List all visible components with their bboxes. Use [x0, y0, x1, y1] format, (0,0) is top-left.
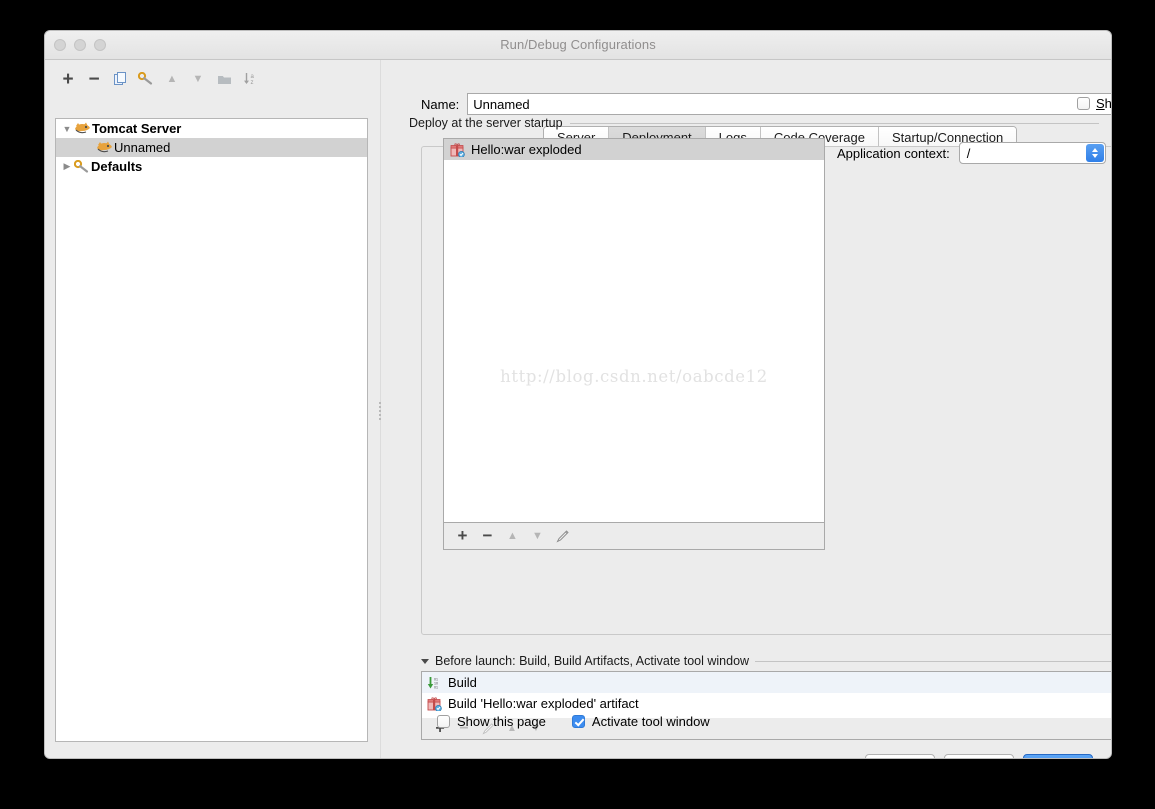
name-label: Name: — [421, 96, 460, 112]
artifact-icon — [427, 696, 442, 711]
build-icon: 01 10 01 — [427, 676, 442, 690]
tree-twisty-expanded-icon[interactable]: ▼ — [60, 124, 74, 134]
application-context-combobox[interactable]: / — [958, 142, 1106, 164]
activate-tool-window-checkbox-group[interactable]: Activate tool window — [571, 714, 710, 729]
remove-configuration-button[interactable]: − — [81, 66, 107, 92]
wrench-icon — [74, 159, 89, 174]
help-button[interactable]: ? — [61, 758, 80, 759]
deployment-artifact-list[interactable]: Hello:war exploded http://blog.csdn.net/… — [443, 138, 825, 523]
activate-tool-window-checkbox[interactable] — [571, 715, 585, 728]
copy-icon — [113, 71, 126, 85]
before-launch-header: Before launch: Build, Build Artifacts, A… — [421, 654, 1111, 668]
screenshot-root: Run/Debug Configurations + − ▲ ▼ a z ▼ T… — [0, 0, 1155, 809]
edit-artifact-button[interactable] — [550, 524, 575, 549]
create-folder-button[interactable] — [211, 66, 237, 92]
tree-item-defaults[interactable]: ▶ Defaults — [56, 157, 367, 176]
list-item-label: Build 'Hello:war exploded' artifact — [448, 696, 639, 711]
tree-item-label: Unnamed — [114, 140, 171, 155]
dialog-buttons: Cancel Apply OK — [864, 754, 1093, 758]
apply-button[interactable]: Apply — [944, 754, 1014, 758]
tree-item-label: Tomcat Server — [92, 121, 182, 136]
svg-text:01: 01 — [434, 685, 438, 689]
copy-configuration-button[interactable] — [107, 66, 133, 92]
list-item[interactable]: Build 'Hello:war exploded' artifact — [422, 693, 1111, 714]
show-this-page-label: Show this page — [457, 714, 546, 729]
remove-artifact-button[interactable]: − — [475, 524, 500, 549]
list-item-label: Build — [448, 675, 477, 690]
artifact-move-up-button[interactable]: ▲ — [500, 524, 525, 549]
dialog-body: + − ▲ ▼ a z ▼ Tomcat Server Unnamed ▶ De… — [45, 60, 1112, 759]
edit-defaults-button[interactable] — [133, 66, 159, 92]
bottom-checkbox-row: Show this page Activate tool window — [437, 714, 710, 729]
panel-splitter[interactable] — [375, 60, 387, 758]
splitter-grip[interactable] — [379, 400, 383, 426]
window-title: Run/Debug Configurations — [500, 37, 656, 52]
move-up-button[interactable]: ▲ — [159, 66, 185, 92]
sort-az-icon: a z — [243, 73, 254, 86]
share-checkbox-group[interactable]: Share — [1077, 96, 1112, 111]
stepper-icon[interactable] — [1085, 144, 1104, 162]
tree-item-label: Defaults — [91, 159, 143, 174]
deploy-legend: Deploy at the server startup — [409, 116, 1099, 130]
configuration-editor: Name: Share Server Deployment Logs Code … — [387, 60, 1112, 758]
folder-icon — [217, 75, 231, 84]
application-context-label: Application context: — [837, 145, 950, 161]
before-launch-title: Before launch: Build, Build Artifacts, A… — [435, 654, 750, 668]
tree-twisty-collapsed-icon[interactable]: ▶ — [60, 161, 74, 172]
show-this-page-checkbox-group[interactable]: Show this page — [437, 714, 546, 729]
list-item-label: Hello:war exploded — [471, 142, 582, 157]
legend-separator — [569, 122, 1099, 124]
title-bar: Run/Debug Configurations — [45, 31, 1111, 60]
before-launch-separator — [755, 660, 1111, 662]
tree-item-unnamed[interactable]: Unnamed — [56, 138, 367, 157]
ok-button[interactable]: OK — [1023, 754, 1093, 758]
sort-configurations-button[interactable]: a z — [237, 66, 263, 92]
configurations-tree[interactable]: ▼ Tomcat Server Unnamed ▶ Defaults — [55, 118, 368, 742]
list-item[interactable]: Hello:war exploded — [444, 139, 824, 160]
name-row: Name: — [421, 92, 1111, 116]
activate-tool-window-label: Activate tool window — [591, 714, 710, 729]
cancel-button[interactable]: Cancel — [864, 754, 935, 758]
list-item[interactable]: 01 10 01 Build — [422, 672, 1111, 693]
wrench-icon — [138, 71, 153, 85]
before-launch-list[interactable]: 01 10 01 Build Build 'Hello:war exploded… — [421, 671, 1111, 719]
deployment-list-toolbar: + − ▲ ▼ — [443, 523, 825, 550]
pencil-icon — [555, 530, 569, 543]
tomcat-icon — [74, 122, 90, 136]
svg-text:z: z — [250, 80, 253, 86]
tree-item-tomcat-server[interactable]: ▼ Tomcat Server — [56, 119, 367, 138]
run-debug-configurations-dialog: Run/Debug Configurations + − ▲ ▼ a z ▼ T… — [44, 30, 1112, 759]
artifact-move-down-button[interactable]: ▼ — [525, 524, 550, 549]
deploy-legend-label: Deploy at the server startup — [409, 116, 563, 130]
watermark-text: http://blog.csdn.net/oabcde12 — [500, 367, 768, 386]
name-input[interactable] — [467, 93, 1111, 115]
add-configuration-button[interactable]: + — [55, 66, 81, 92]
application-context-value: / — [966, 145, 971, 161]
share-label: Share — [1096, 96, 1112, 111]
tomcat-icon — [96, 141, 112, 155]
show-this-page-checkbox[interactable] — [437, 715, 450, 728]
chevron-down-icon[interactable] — [421, 658, 429, 664]
configurations-toolbar: + − ▲ ▼ a z — [55, 64, 375, 94]
add-artifact-button[interactable]: + — [450, 524, 475, 549]
application-context-row: Application context: / — [837, 142, 1106, 164]
artifact-icon — [450, 142, 465, 157]
share-checkbox[interactable] — [1077, 97, 1090, 110]
move-down-button[interactable]: ▼ — [185, 66, 211, 92]
